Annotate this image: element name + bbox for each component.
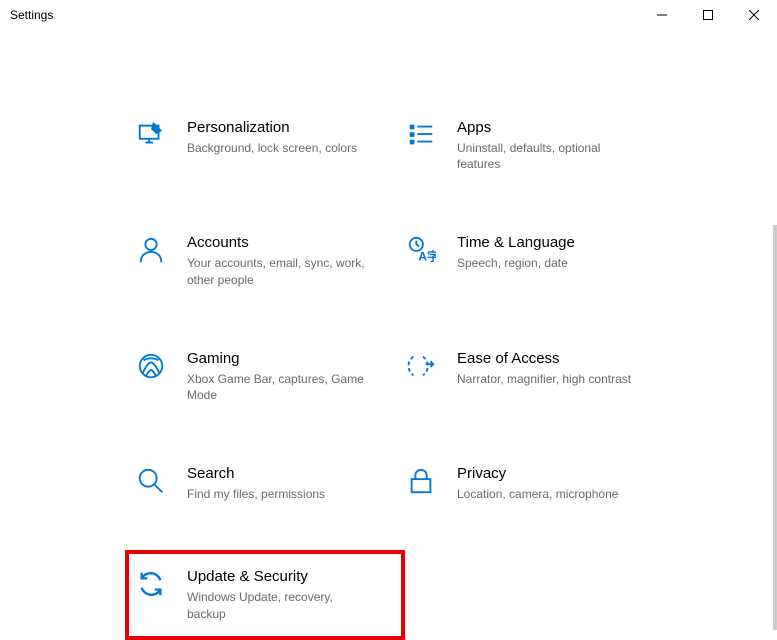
scrollbar[interactable] bbox=[773, 225, 777, 630]
tile-ease-of-access[interactable]: Ease of Access Narrator, magnifier, high… bbox=[405, 346, 675, 407]
tile-subtitle: Windows Update, recovery, backup bbox=[187, 589, 367, 621]
tile-title: Apps bbox=[457, 119, 675, 136]
tile-title: Search bbox=[187, 465, 405, 482]
personalization-icon bbox=[135, 119, 167, 151]
tile-time-language[interactable]: A字 Time & Language Speech, region, date bbox=[405, 230, 675, 291]
tile-subtitle: Location, camera, microphone bbox=[457, 486, 637, 502]
tile-title: Update & Security bbox=[187, 568, 391, 585]
tile-title: Privacy bbox=[457, 465, 675, 482]
tile-update-security[interactable]: Update & Security Windows Update, recove… bbox=[125, 550, 405, 639]
ease-of-access-icon bbox=[405, 350, 437, 382]
tile-privacy[interactable]: Privacy Location, camera, microphone bbox=[405, 461, 675, 506]
tile-title: Accounts bbox=[187, 234, 405, 251]
tile-title: Personalization bbox=[187, 119, 405, 136]
apps-icon bbox=[405, 119, 437, 151]
gaming-icon bbox=[135, 350, 167, 382]
tile-title: Gaming bbox=[187, 350, 405, 367]
titlebar: Settings bbox=[0, 0, 777, 30]
tile-subtitle: Your accounts, email, sync, work, other … bbox=[187, 255, 367, 287]
window-title: Settings bbox=[10, 8, 53, 22]
tile-search[interactable]: Search Find my files, permissions bbox=[135, 461, 405, 506]
update-security-icon bbox=[135, 568, 167, 600]
close-button[interactable] bbox=[731, 0, 777, 30]
tile-subtitle: Narrator, magnifier, high contrast bbox=[457, 371, 637, 387]
tile-accounts[interactable]: Accounts Your accounts, email, sync, wor… bbox=[135, 230, 405, 291]
tile-subtitle: Speech, region, date bbox=[457, 255, 637, 271]
tile-subtitle: Background, lock screen, colors bbox=[187, 140, 367, 156]
tile-gaming[interactable]: Gaming Xbox Game Bar, captures, Game Mod… bbox=[135, 346, 405, 407]
settings-content: Personalization Background, lock screen,… bbox=[0, 30, 777, 640]
tile-personalization[interactable]: Personalization Background, lock screen,… bbox=[135, 115, 405, 176]
search-icon bbox=[135, 465, 167, 497]
settings-grid: Personalization Background, lock screen,… bbox=[135, 115, 717, 640]
privacy-icon bbox=[405, 465, 437, 497]
maximize-button[interactable] bbox=[685, 0, 731, 30]
time-language-icon: A字 bbox=[405, 234, 437, 266]
accounts-icon bbox=[135, 234, 167, 266]
tile-apps[interactable]: Apps Uninstall, defaults, optional featu… bbox=[405, 115, 675, 176]
tile-subtitle: Find my files, permissions bbox=[187, 486, 367, 502]
tile-title: Time & Language bbox=[457, 234, 675, 251]
minimize-button[interactable] bbox=[639, 0, 685, 30]
tile-title: Ease of Access bbox=[457, 350, 675, 367]
svg-text:A字: A字 bbox=[418, 249, 436, 264]
window-controls bbox=[639, 0, 777, 30]
tile-subtitle: Xbox Game Bar, captures, Game Mode bbox=[187, 371, 367, 403]
tile-subtitle: Uninstall, defaults, optional features bbox=[457, 140, 637, 172]
